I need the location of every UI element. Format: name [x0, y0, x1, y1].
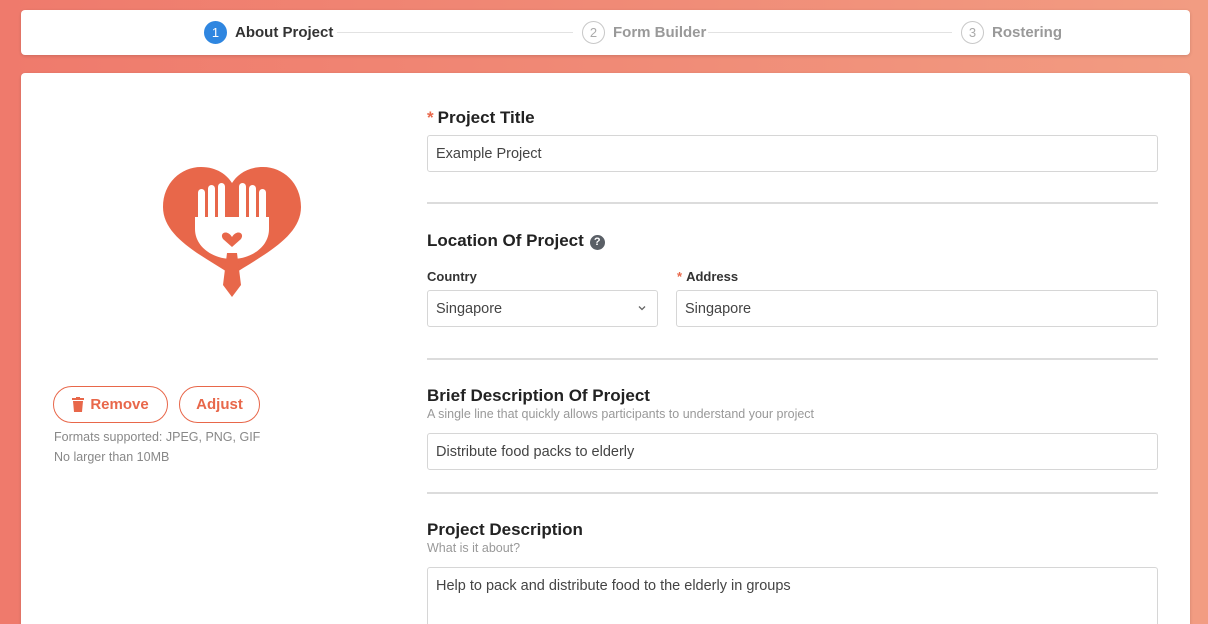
location-label: Location Of Project — [427, 231, 584, 250]
country-label: Country — [427, 269, 477, 284]
step-label: About Project — [235, 24, 334, 41]
required-mark: * — [677, 269, 683, 284]
brief-description-heading: Brief Description Of Project — [427, 386, 650, 405]
address-label: Address — [686, 269, 739, 284]
size-hint: No larger than 10MB — [54, 450, 170, 464]
address-input[interactable]: Singapore — [676, 290, 1158, 327]
step-label: Form Builder — [613, 24, 707, 41]
section-divider — [427, 202, 1158, 204]
location-heading: Location Of Project? — [427, 231, 605, 251]
stepper: 1 About Project 2 Form Builder 3 Rosteri… — [21, 10, 1190, 55]
project-description-value: Help to pack and distribute food to the … — [436, 578, 791, 594]
project-description-textarea[interactable]: Help to pack and distribute food to the … — [427, 567, 1158, 624]
step-about-project[interactable]: 1 About Project — [204, 21, 333, 44]
project-title-label: Project Title — [437, 108, 535, 127]
project-form-card: Remove Adjust Formats supported: JPEG, P… — [21, 73, 1190, 624]
section-divider — [427, 492, 1158, 494]
section-divider — [427, 358, 1158, 360]
chevron-down-icon — [638, 306, 646, 311]
project-title-input[interactable]: Example Project — [427, 135, 1158, 172]
project-logo-image — [163, 167, 301, 297]
step-label: Rostering — [992, 24, 1063, 41]
country-selected-value: Singapore — [436, 300, 503, 317]
step-rostering[interactable]: 3 Rostering — [961, 21, 1062, 44]
adjust-label: Adjust — [196, 396, 243, 413]
remove-label: Remove — [90, 396, 149, 413]
formats-hint: Formats supported: JPEG, PNG, GIF — [54, 430, 261, 444]
address-label-wrap: * Address — [677, 269, 738, 284]
project-description-hint: What is it about? — [427, 541, 521, 555]
country-select[interactable]: Singapore — [427, 290, 658, 327]
brief-description-hint: A single line that quickly allows partic… — [427, 407, 815, 421]
brief-description-input[interactable]: Distribute food packs to elderly — [427, 433, 1158, 470]
adjust-image-button[interactable]: Adjust — [179, 386, 260, 423]
remove-image-button[interactable]: Remove — [53, 386, 168, 423]
step-connector — [337, 32, 573, 33]
trash-icon — [72, 397, 85, 412]
project-title-heading: * Project Title — [427, 108, 535, 128]
step-number: 2 — [582, 21, 605, 44]
required-mark: * — [427, 108, 434, 127]
step-number: 3 — [961, 21, 984, 44]
step-number: 1 — [204, 21, 227, 44]
step-connector — [708, 32, 952, 33]
help-icon[interactable]: ? — [589, 234, 605, 250]
step-form-builder[interactable]: 2 Form Builder — [582, 21, 706, 44]
project-description-heading: Project Description — [427, 520, 583, 539]
